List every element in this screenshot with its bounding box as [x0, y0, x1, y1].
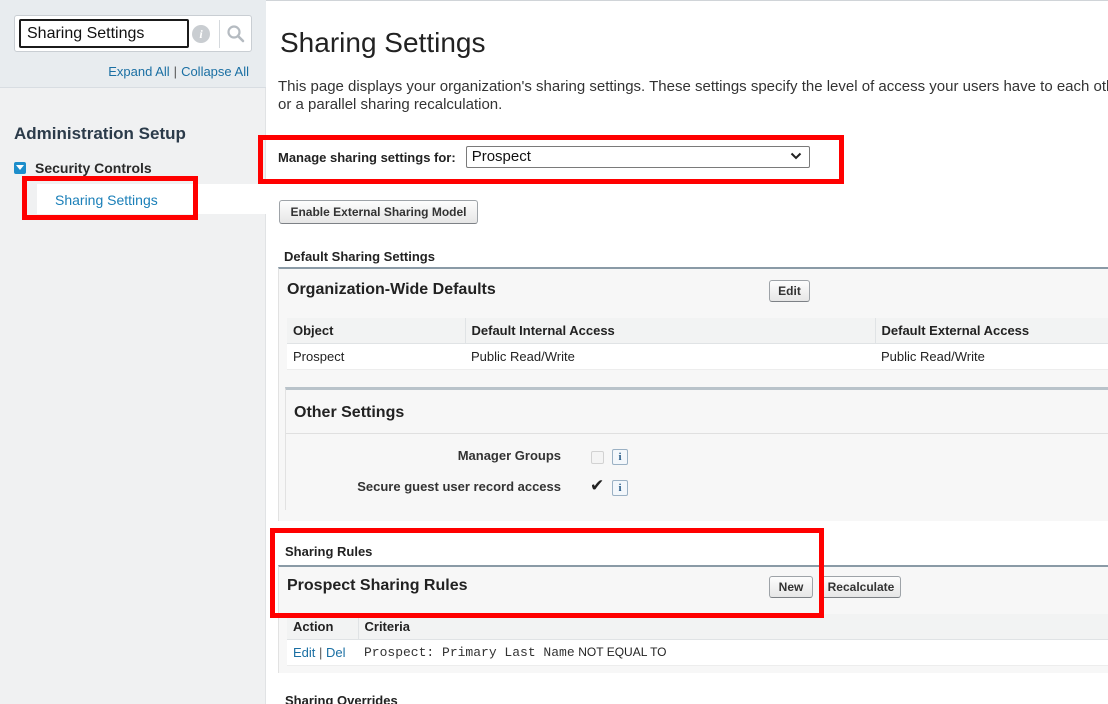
search-icon[interactable]	[226, 24, 246, 44]
column-header-external-access: Default External Access	[875, 318, 1108, 344]
manager-groups-checkbox	[591, 451, 604, 464]
info-icon[interactable]: i	[612, 480, 628, 496]
main-content: Sharing Settings This page displays your…	[266, 0, 1108, 704]
chevron-down-icon	[790, 152, 801, 160]
enable-external-sharing-button[interactable]: Enable External Sharing Model	[279, 200, 478, 224]
info-icon[interactable]: i	[192, 25, 210, 43]
page-description: This page displays your organization's s…	[278, 78, 1108, 113]
tree-collapse-icon[interactable]	[14, 162, 26, 174]
manager-groups-label: Manager Groups	[457, 448, 561, 463]
tree-item-security-controls[interactable]: Security Controls	[14, 160, 152, 176]
cell-external-access: Public Read/Write	[875, 343, 1108, 370]
other-settings-panel: Other Settings Manager Groups i Secure g…	[285, 387, 1108, 510]
top-divider	[266, 0, 1108, 1]
setup-search-area: i Expand All |Collapse All	[0, 0, 266, 88]
owd-edit-button[interactable]: Edit	[769, 280, 810, 302]
owd-title: Organization-Wide Defaults	[287, 281, 496, 298]
cell-actions: Edit | Del	[287, 639, 358, 666]
table-header-row: Action Criteria	[287, 614, 1108, 640]
new-sharing-rule-button[interactable]: New	[769, 576, 813, 598]
other-settings-title: Other Settings	[294, 404, 405, 421]
info-icon[interactable]: i	[612, 449, 628, 465]
quick-find-input[interactable]	[19, 19, 189, 48]
divider	[286, 433, 1108, 434]
link-separator: |	[173, 64, 178, 79]
recalculate-button[interactable]: Recalculate	[821, 576, 901, 598]
prospect-sharing-rules-title: Prospect Sharing Rules	[287, 577, 468, 594]
quick-find-box: i	[14, 15, 252, 52]
manage-sharing-label: Manage sharing settings for:	[278, 149, 456, 165]
collapse-all-link[interactable]: Collapse All	[181, 64, 249, 79]
checkmark-icon: ✔	[590, 476, 605, 496]
column-header-object: Object	[287, 318, 466, 344]
default-sharing-panel: Organization-Wide Defaults Edit Object D…	[278, 267, 1108, 521]
edit-rule-link[interactable]: Edit	[293, 645, 315, 660]
column-header-action: Action	[287, 614, 359, 640]
secure-guest-access-label: Secure guest user record access	[357, 479, 561, 494]
column-header-internal-access: Default Internal Access	[465, 318, 876, 344]
default-sharing-settings-heading: Default Sharing Settings	[284, 249, 435, 264]
manage-sharing-selected: Prospect	[471, 148, 531, 165]
sharing-overrides-heading: Sharing Overrides	[285, 693, 398, 704]
delete-rule-link[interactable]: Del	[326, 645, 346, 660]
tree-item-label: Security Controls	[35, 160, 152, 176]
manage-sharing-select[interactable]: Prospect	[465, 146, 810, 168]
criteria-field: Prospect: Primary Last Name	[364, 645, 575, 660]
sidebar: i Expand All |Collapse All Administration…	[0, 0, 266, 704]
table-header-row: Object Default Internal Access Default E…	[287, 318, 1108, 344]
prospect-sharing-rules-panel: Prospect Sharing Rules New Recalculate A…	[278, 565, 1108, 673]
manage-sharing-row: Manage sharing settings for: Prospect	[278, 146, 810, 168]
action-separator: |	[319, 644, 323, 660]
expand-collapse-links: Expand All | Collapse All	[108, 64, 249, 79]
table-row: Edit | Del Prospect: Primary Last Name N…	[287, 639, 1108, 666]
expand-all-link[interactable]: Expand All	[108, 64, 169, 79]
cell-criteria: Prospect: Primary Last Name NOT EQUAL TO	[358, 639, 1108, 666]
cell-internal-access: Public Read/Write	[465, 343, 875, 370]
column-header-criteria: Criteria	[358, 614, 1108, 640]
cell-object: Prospect	[287, 343, 465, 370]
page-title: Sharing Settings	[280, 27, 486, 58]
sharing-rules-heading: Sharing Rules	[285, 544, 373, 559]
tree-item-sharing-settings[interactable]: Sharing Settings	[37, 184, 266, 214]
table-row: Prospect Public Read/Write Public Read/W…	[287, 343, 1108, 370]
sharing-rules-table: Action Criteria Edit | Del Prospect: Pri…	[287, 614, 1108, 666]
search-divider	[219, 20, 220, 48]
owd-table: Object Default Internal Access Default E…	[287, 318, 1108, 370]
administration-setup-heading: Administration Setup	[14, 124, 186, 143]
criteria-operator: NOT EQUAL TO	[578, 645, 667, 659]
